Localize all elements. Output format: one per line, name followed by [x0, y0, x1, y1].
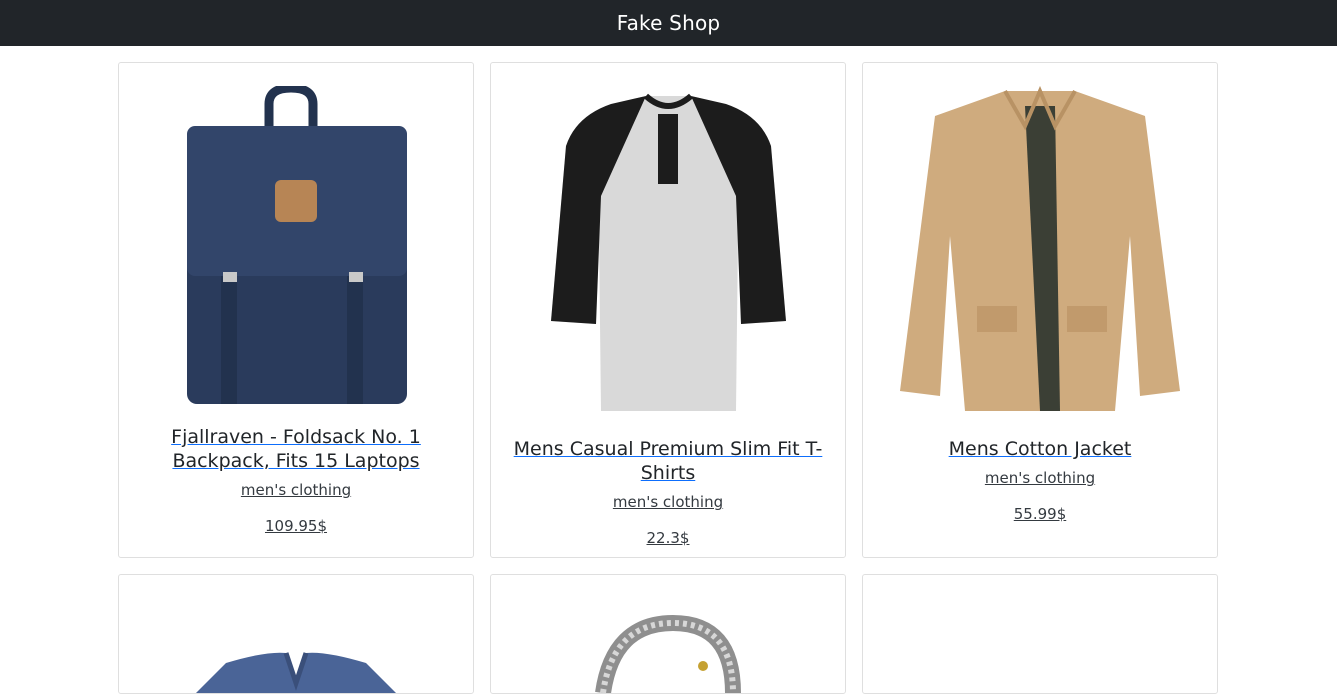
product-card[interactable]	[862, 574, 1218, 694]
product-card[interactable]	[490, 574, 846, 694]
backpack-image	[187, 85, 407, 404]
product-card[interactable]: Mens Casual Premium Slim Fit T-Shirts me…	[490, 62, 846, 558]
brand-title[interactable]: Fake Shop	[617, 11, 721, 35]
product-image[interactable]	[491, 73, 845, 423]
product-title[interactable]: Fjallraven - Foldsack No. 1 Backpack, Fi…	[129, 425, 463, 473]
product-category[interactable]: men's clothing	[613, 493, 723, 511]
product-title[interactable]: Mens Casual Premium Slim Fit T-Shirts	[501, 437, 835, 485]
raglan-tshirt-image	[550, 93, 786, 411]
product-category[interactable]: men's clothing	[985, 469, 1095, 487]
navbar: Fake Shop	[0, 0, 1337, 46]
chain-bracelet-image	[595, 614, 741, 693]
product-price[interactable]: 55.99$	[1014, 505, 1067, 523]
vneck-tshirt-image	[196, 652, 396, 693]
product-image[interactable]	[863, 73, 1217, 423]
product-image[interactable]	[119, 585, 473, 693]
product-category[interactable]: men's clothing	[241, 481, 351, 499]
product-price[interactable]: 22.3$	[647, 529, 690, 547]
product-card[interactable]	[118, 574, 474, 694]
product-image[interactable]	[119, 73, 473, 423]
product-card[interactable]: Mens Cotton Jacket men's clothing 55.99$	[862, 62, 1218, 558]
product-card[interactable]: Fjallraven - Foldsack No. 1 Backpack, Fi…	[118, 62, 474, 558]
product-image[interactable]	[491, 585, 845, 693]
cotton-jacket-image	[900, 85, 1180, 411]
product-price[interactable]: 109.95$	[265, 517, 327, 535]
product-title[interactable]: Mens Cotton Jacket	[949, 437, 1132, 461]
product-grid: Fjallraven - Foldsack No. 1 Backpack, Fi…	[118, 62, 1218, 694]
